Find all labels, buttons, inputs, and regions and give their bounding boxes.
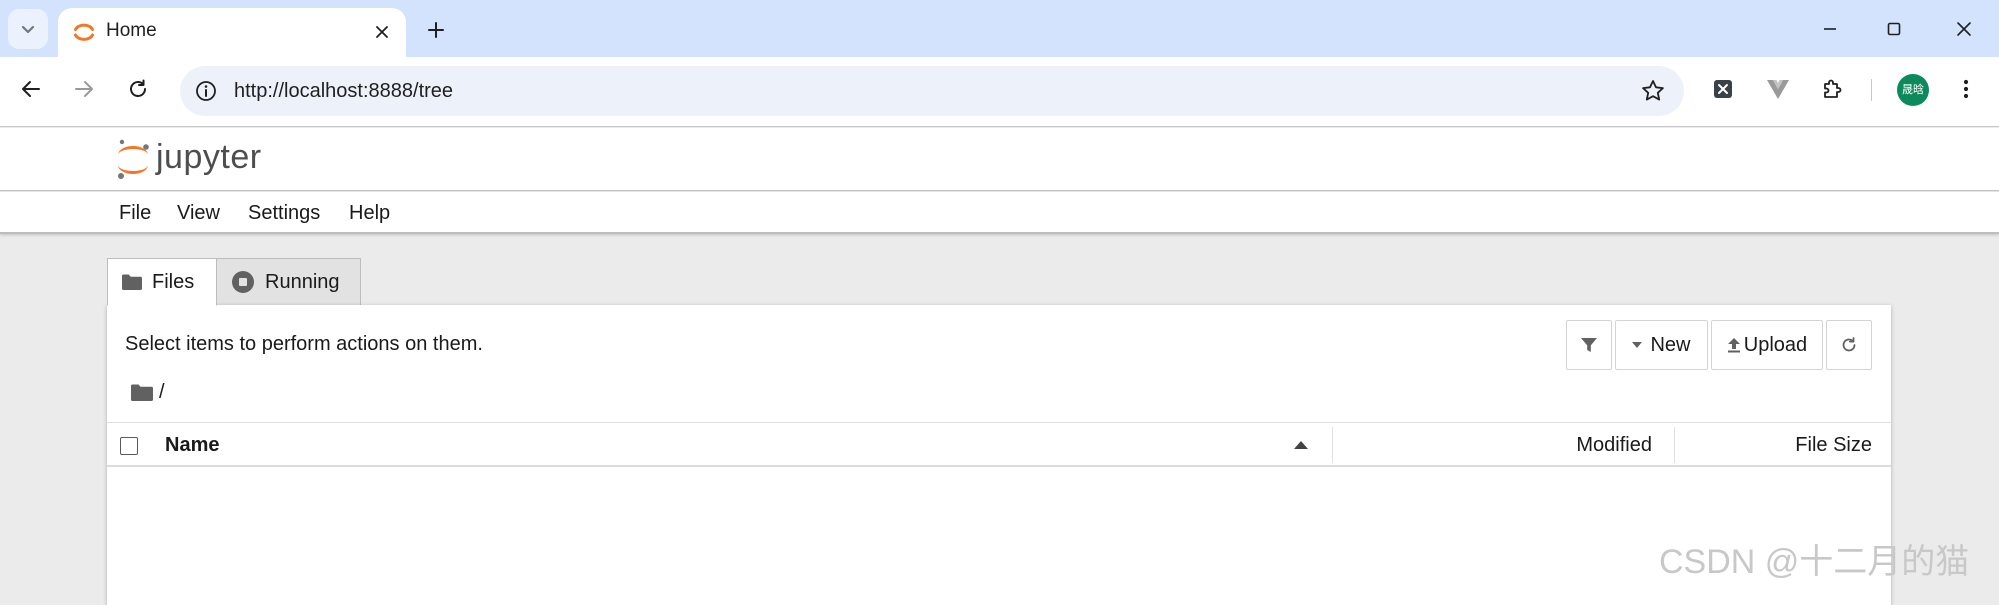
file-list-header: Name Modified File Size bbox=[107, 422, 1891, 467]
stop-circle-icon bbox=[231, 270, 255, 294]
arrow-left-icon bbox=[22, 81, 40, 97]
select-all-checkbox[interactable] bbox=[120, 437, 138, 455]
browser-toolbar: http://localhost:8888/tree 晟晗 bbox=[0, 57, 1999, 127]
back-button[interactable] bbox=[15, 73, 47, 105]
upload-button[interactable]: Upload bbox=[1711, 320, 1823, 370]
address-url[interactable]: http://localhost:8888/tree bbox=[234, 79, 453, 103]
filter-button[interactable] bbox=[1566, 320, 1612, 370]
new-button-label: New bbox=[1650, 333, 1691, 356]
toolbar-separator bbox=[1871, 79, 1872, 101]
address-bar[interactable]: http://localhost:8888/tree bbox=[180, 66, 1684, 116]
close-icon bbox=[1957, 22, 1971, 36]
minimize-icon bbox=[1824, 28, 1836, 30]
x-extension-icon[interactable] bbox=[1707, 73, 1739, 105]
plus-icon bbox=[428, 22, 444, 38]
breadcrumb: / bbox=[131, 381, 165, 404]
column-divider[interactable] bbox=[1332, 427, 1333, 463]
close-window-button[interactable] bbox=[1946, 12, 1982, 46]
tab-files[interactable]: Files bbox=[107, 258, 217, 306]
folder-icon[interactable] bbox=[131, 384, 153, 401]
folder-icon bbox=[122, 274, 142, 290]
puzzle-extensions-icon[interactable] bbox=[1816, 73, 1848, 105]
refresh-button[interactable] bbox=[1826, 320, 1872, 370]
sort-ascending-icon[interactable] bbox=[1294, 441, 1308, 449]
reload-icon bbox=[130, 79, 146, 97]
column-header-name[interactable]: Name bbox=[165, 433, 219, 457]
watermark-text: CSDN @十二月的猫 bbox=[1659, 543, 1970, 581]
tab-running[interactable]: Running bbox=[216, 258, 361, 306]
upload-button-label: Upload bbox=[1743, 333, 1808, 356]
jupyter-wordmark: jupyter bbox=[156, 138, 262, 176]
column-header-modified[interactable]: Modified bbox=[1576, 433, 1652, 457]
more-menu-button[interactable] bbox=[1950, 73, 1982, 105]
refresh-icon bbox=[1842, 337, 1856, 352]
reload-button[interactable] bbox=[122, 73, 154, 105]
browser-tab-strip: Home bbox=[0, 0, 1999, 57]
star-icon[interactable] bbox=[1640, 78, 1666, 104]
menu-file[interactable]: File bbox=[119, 201, 151, 225]
breadcrumb-path[interactable]: / bbox=[159, 381, 165, 404]
menu-help[interactable]: Help bbox=[349, 201, 390, 225]
tab-files-label: Files bbox=[152, 270, 195, 293]
profile-avatar[interactable]: 晟晗 bbox=[1897, 74, 1929, 106]
new-button[interactable]: New bbox=[1615, 320, 1708, 370]
new-tab-button[interactable] bbox=[420, 14, 452, 46]
maximize-button[interactable] bbox=[1876, 12, 1912, 46]
vue-devtools-icon[interactable] bbox=[1762, 73, 1794, 105]
jupyter-menubar: File View Settings Help bbox=[0, 192, 1999, 234]
column-divider[interactable] bbox=[1674, 427, 1675, 463]
upload-icon bbox=[1727, 338, 1740, 353]
caret-down-icon bbox=[1632, 342, 1643, 348]
forward-button[interactable] bbox=[68, 73, 100, 105]
filter-icon bbox=[1581, 338, 1597, 352]
jupyter-logo[interactable]: jupyter bbox=[116, 138, 262, 180]
close-icon[interactable] bbox=[370, 20, 394, 44]
menu-settings[interactable]: Settings bbox=[248, 201, 320, 225]
tab-title: Home bbox=[106, 20, 157, 41]
browser-tab[interactable]: Home bbox=[58, 8, 406, 57]
jupyter-header: jupyter bbox=[0, 128, 1999, 191]
maximize-icon bbox=[1887, 22, 1901, 36]
arrow-right-icon bbox=[75, 81, 93, 97]
selection-hint: Select items to perform actions on them. bbox=[125, 333, 483, 355]
tab-running-label: Running bbox=[265, 270, 340, 293]
menu-view[interactable]: View bbox=[177, 201, 220, 225]
minimize-button[interactable] bbox=[1812, 12, 1848, 46]
site-info-icon[interactable] bbox=[194, 79, 218, 103]
column-header-file-size[interactable]: File Size bbox=[1795, 433, 1872, 457]
tab-search-button[interactable] bbox=[8, 9, 48, 49]
jupyter-logo-icon bbox=[118, 139, 149, 179]
jupyter-icon bbox=[72, 20, 96, 44]
kebab-menu-icon bbox=[1963, 79, 1969, 99]
file-browser-panel: Select items to perform actions on them.… bbox=[107, 305, 1891, 605]
chevron-down-icon bbox=[21, 25, 35, 34]
